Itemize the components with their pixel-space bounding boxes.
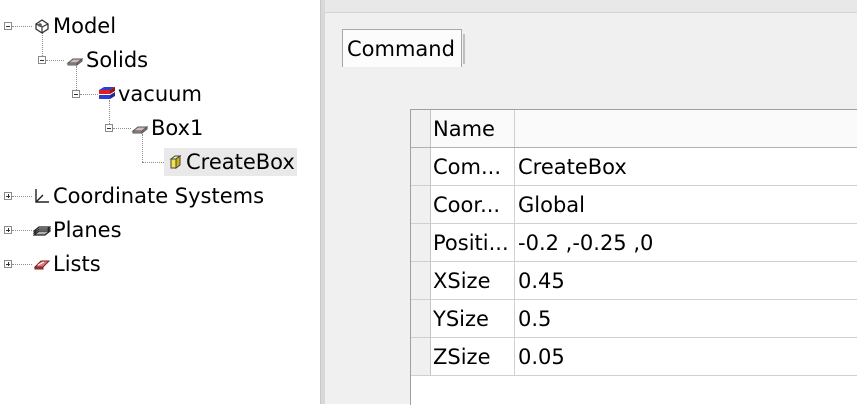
material-icon [98, 85, 116, 103]
property-value[interactable]: -0.2 ,-0.25 ,0 [515, 224, 857, 261]
plane-icon [33, 221, 51, 239]
project-tree: Model Solids vacuum Box1 CreateBox Coord… [0, 0, 320, 404]
tree-connector [142, 162, 164, 163]
property-name: Com... [431, 148, 515, 185]
tree-connector [12, 264, 32, 265]
tree-item-vacuum[interactable]: vacuum [98, 80, 202, 108]
property-grid: Name Com... CreateBox Coor... Global Pos… [410, 109, 857, 405]
box-icon [131, 119, 149, 137]
tree-label-box1: Box1 [151, 116, 204, 140]
pane-header-strip [325, 0, 857, 13]
property-name: Positi... [431, 224, 515, 261]
tab-command[interactable]: Command [342, 29, 465, 67]
property-value[interactable]: 0.05 [515, 338, 857, 375]
tree-connector [46, 60, 64, 61]
tree-item-solids[interactable]: Solids [66, 46, 148, 74]
table-row[interactable]: Positi... -0.2 ,-0.25 ,0 [411, 224, 857, 262]
tree-connector [12, 196, 32, 197]
row-selector[interactable] [411, 148, 431, 185]
collapse-toggle-box1[interactable] [105, 124, 113, 132]
create-box-icon [166, 153, 184, 171]
tree-connector [12, 26, 32, 27]
tree-label-solids: Solids [86, 48, 149, 72]
property-name: ZSize [431, 338, 515, 375]
table-row[interactable]: Com... CreateBox [411, 148, 857, 186]
properties-pane: Command Name Com... CreateBox Coor... Gl… [325, 0, 857, 405]
property-name: XSize [431, 262, 515, 299]
model-icon [33, 17, 51, 35]
tree-item-box1[interactable]: Box1 [131, 114, 203, 142]
grid-header-row: Name [411, 110, 857, 148]
tree-label-planes: Planes [53, 218, 122, 242]
expand-toggle-coordinate-systems[interactable] [4, 192, 12, 200]
row-selector[interactable] [411, 224, 431, 261]
solid-icon [66, 51, 84, 69]
row-selector[interactable] [411, 262, 431, 299]
collapse-toggle-vacuum[interactable] [72, 90, 80, 98]
row-selector[interactable] [411, 186, 431, 223]
property-value[interactable]: 0.45 [515, 262, 857, 299]
tree-connector [80, 94, 98, 95]
tree-label-coordinate-systems: Coordinate Systems [53, 184, 265, 208]
list-icon [33, 255, 51, 273]
row-selector[interactable] [411, 338, 431, 375]
column-header-value [515, 110, 857, 147]
tree-item-coordinate-systems[interactable]: Coordinate Systems [33, 182, 264, 210]
tree-connector [12, 230, 32, 231]
expand-toggle-lists[interactable] [4, 260, 12, 268]
property-value[interactable]: Global [515, 186, 857, 223]
tree-item-planes[interactable]: Planes [33, 216, 122, 244]
tree-label-vacuum: vacuum [118, 82, 202, 106]
tree-item-model[interactable]: Model [33, 12, 116, 40]
tab-command-label: Command [347, 36, 455, 61]
table-row[interactable]: ZSize 0.05 [411, 338, 857, 376]
column-header-name[interactable]: Name [431, 110, 515, 147]
table-row[interactable]: Coor... Global [411, 186, 857, 224]
property-name: YSize [431, 300, 515, 337]
expand-toggle-planes[interactable] [4, 226, 12, 234]
tree-item-createbox[interactable]: CreateBox [164, 148, 297, 176]
coordinate-system-icon [33, 187, 51, 205]
table-row[interactable]: XSize 0.45 [411, 262, 857, 300]
tree-connector [113, 128, 131, 129]
collapse-toggle-solids[interactable] [38, 56, 46, 64]
tree-label-createbox: CreateBox [186, 150, 295, 174]
tree-label-model: Model [53, 14, 117, 38]
tree-label-lists: Lists [53, 252, 101, 276]
tree-item-lists[interactable]: Lists [33, 250, 101, 278]
row-selector[interactable] [411, 300, 431, 337]
property-value[interactable]: CreateBox [515, 148, 857, 185]
table-row[interactable]: YSize 0.5 [411, 300, 857, 338]
row-selector[interactable] [411, 110, 431, 147]
property-name: Coor... [431, 186, 515, 223]
property-value[interactable]: 0.5 [515, 300, 857, 337]
collapse-toggle-model[interactable] [4, 22, 12, 30]
